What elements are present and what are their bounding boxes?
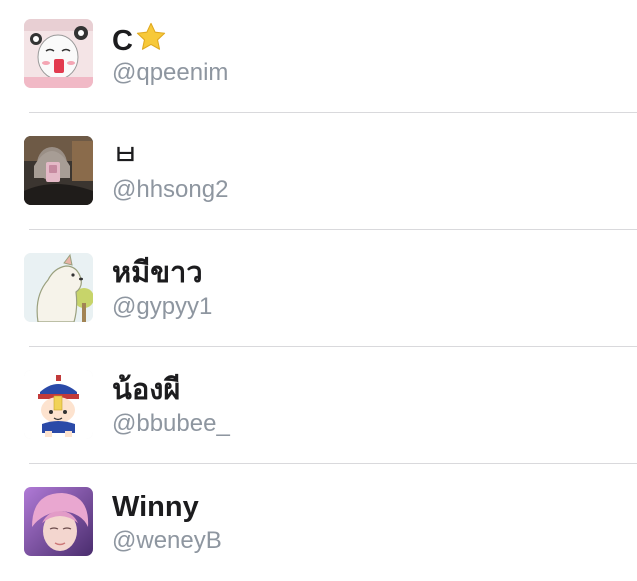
list-item[interactable]: หมีขาว @gypyy1 <box>0 230 637 347</box>
username-handle: @gypyy1 <box>112 293 213 320</box>
username-handle: @hhsong2 <box>112 176 229 203</box>
mirror-selfie-avatar-image <box>24 136 93 205</box>
anime-character-avatar-image <box>24 19 93 88</box>
display-name: Winny <box>112 491 199 523</box>
list-item[interactable]: ㅂ @hhsong2 <box>0 113 637 230</box>
avatar[interactable] <box>24 253 93 322</box>
avatar[interactable] <box>24 487 93 556</box>
list-item[interactable]: Winny @weneyB <box>0 464 637 581</box>
user-list: C @qpeenim ㅂ @hhsong2 หมีขาว @gypyy1 น้อ… <box>0 0 637 578</box>
pink-hair-photo-avatar-image <box>24 487 93 556</box>
display-name-text: C <box>112 25 133 57</box>
avatar[interactable] <box>24 136 93 205</box>
username-handle: @bbubee_ <box>112 410 230 437</box>
list-item[interactable]: C @qpeenim <box>0 0 637 113</box>
star-icon <box>135 21 167 62</box>
avatar[interactable] <box>24 370 93 439</box>
username-handle: @weneyB <box>112 527 222 554</box>
jiangshi-cartoon-avatar-image <box>24 370 93 439</box>
display-name: ㅂ <box>112 140 139 172</box>
username-handle: @qpeenim <box>112 59 229 86</box>
polar-bear-cartoon-avatar-image <box>24 253 93 322</box>
display-name: หมีขาว <box>112 257 203 289</box>
display-name: น้องผี <box>112 374 181 406</box>
avatar[interactable] <box>24 19 93 88</box>
display-name: C <box>112 21 167 62</box>
list-item[interactable]: น้องผี @bbubee_ <box>0 347 637 464</box>
